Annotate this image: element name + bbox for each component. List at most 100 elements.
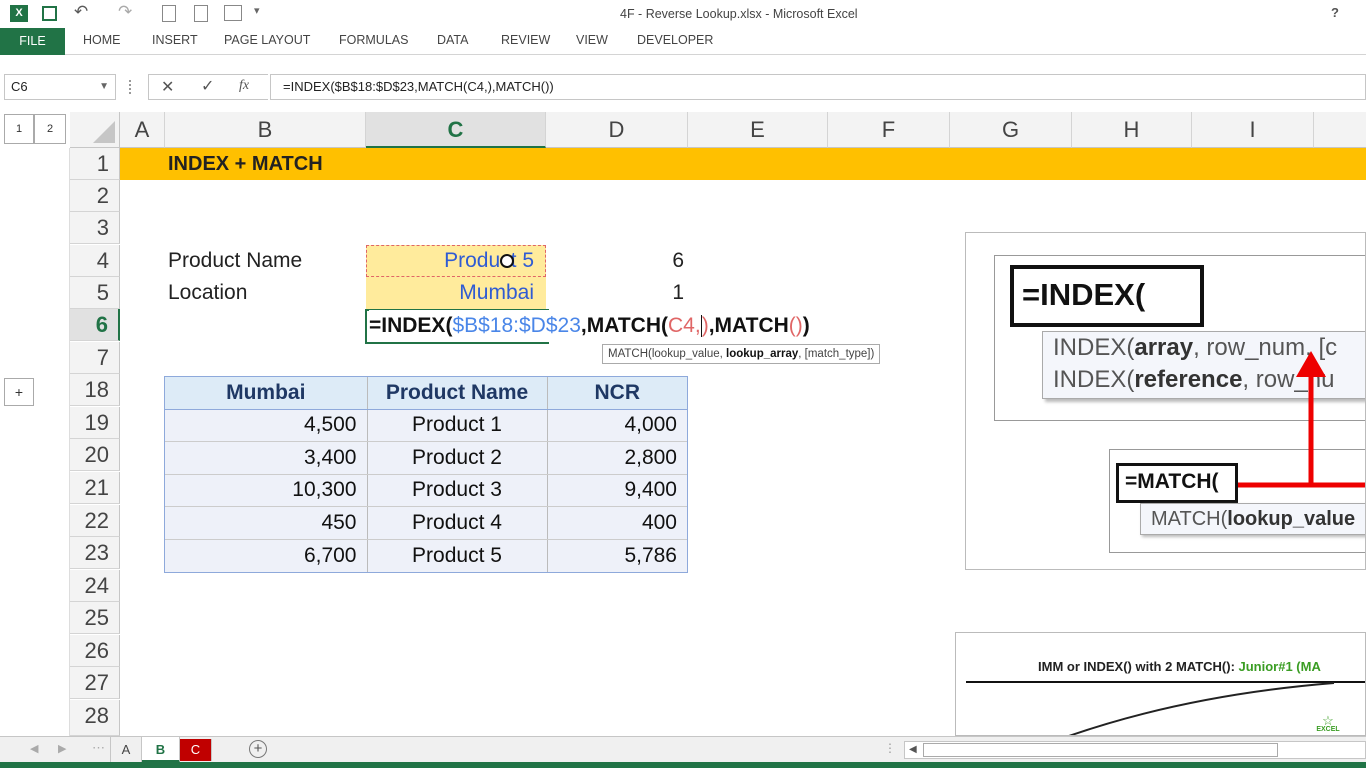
tab-split-handle-icon[interactable]: ⋮ — [884, 741, 896, 755]
row-header[interactable]: 27 — [70, 667, 120, 699]
sheet-tab-b[interactable]: B — [142, 737, 180, 763]
column-header-i[interactable]: I — [1192, 112, 1314, 148]
row-header[interactable]: 25 — [70, 602, 120, 634]
spelling-icon[interactable] — [194, 5, 208, 22]
row-header[interactable]: 18 — [70, 374, 120, 406]
row-header[interactable]: 7 — [70, 342, 120, 374]
tab-formulas[interactable]: FORMULAS — [339, 33, 408, 47]
scroll-left-icon[interactable]: ◀ — [909, 744, 917, 755]
embedded-image-index-match[interactable]: =INDEX( INDEX(array, row_num, [c INDEX(r… — [965, 232, 1366, 570]
table-cell[interactable]: Product 4 — [367, 506, 548, 540]
row-header[interactable]: 2 — [70, 180, 120, 212]
table-row: 10,300 Product 3 9,400 — [165, 474, 687, 507]
tab-developer[interactable]: DEVELOPER — [637, 33, 713, 47]
name-box[interactable]: C6 ▼ — [4, 74, 116, 100]
table-row: 4,500 Product 1 4,000 — [165, 409, 687, 442]
tab-review[interactable]: REVIEW — [501, 33, 550, 47]
chevron-down-icon[interactable]: ▼ — [99, 75, 109, 99]
cell-edit-formula[interactable]: =INDEX($B$18:$D$23,MATCH(C4,),MATCH()) — [369, 310, 813, 342]
column-header-f[interactable]: F — [828, 112, 950, 148]
table-cell[interactable]: Product 1 — [367, 409, 548, 442]
table-cell[interactable]: 2,800 — [547, 441, 687, 475]
d4-value[interactable]: 6 — [546, 245, 684, 277]
formula-input[interactable]: =INDEX($B$18:$D$23,MATCH(C4,),MATCH()) — [270, 74, 1366, 100]
table-cell[interactable]: 4,000 — [547, 409, 687, 442]
table-cell[interactable]: 9,400 — [547, 474, 687, 507]
table-cell[interactable]: 3,400 — [165, 441, 368, 475]
scroll-tabs-left-icon[interactable]: ◀ — [30, 742, 38, 755]
column-header-b[interactable]: B — [165, 112, 366, 148]
column-header-j[interactable] — [1314, 112, 1366, 148]
excel-logo-icon[interactable]: X — [10, 5, 28, 22]
undo-icon[interactable]: ↶ — [74, 2, 88, 22]
table-cell[interactable]: 10,300 — [165, 474, 368, 507]
redo-icon[interactable]: ↷ — [118, 2, 132, 22]
row-header[interactable]: 1 — [70, 148, 120, 180]
column-header-e[interactable]: E — [688, 112, 828, 148]
table-header-mumbai[interactable]: Mumbai — [165, 377, 368, 410]
column-header-d[interactable]: D — [546, 112, 688, 148]
tab-page-layout[interactable]: PAGE LAYOUT — [224, 33, 310, 47]
table-header-ncr[interactable]: NCR — [547, 377, 687, 410]
row-header[interactable]: 24 — [70, 570, 120, 602]
outline-expand-button[interactable]: + — [4, 378, 34, 406]
location-label[interactable]: Location — [168, 277, 247, 309]
horizontal-scrollbar[interactable]: ◀ — [904, 741, 1366, 759]
column-header-a[interactable]: A — [120, 112, 165, 148]
formula-close-paren: ) — [701, 314, 709, 337]
form-icon[interactable] — [224, 5, 242, 21]
row-header[interactable]: 19 — [70, 407, 120, 439]
table-cell[interactable]: 6,700 — [165, 539, 368, 572]
table-cell[interactable]: Product 2 — [367, 441, 548, 475]
table-cell[interactable]: 5,786 — [547, 539, 687, 572]
row-header[interactable]: 4 — [70, 245, 120, 277]
row-header[interactable]: 28 — [70, 700, 120, 736]
sheet-tab-c[interactable]: C — [180, 739, 212, 761]
scrollbar-thumb[interactable] — [923, 743, 1278, 757]
formula-prefix: =INDEX( — [369, 314, 453, 337]
outline-level-1-button[interactable]: 1 — [4, 114, 34, 144]
row-header[interactable]: 23 — [70, 537, 120, 569]
table-cell[interactable]: 450 — [165, 506, 368, 540]
more-tabs-icon[interactable]: ⋯ — [92, 740, 105, 756]
save-icon[interactable] — [42, 6, 57, 21]
print-preview-icon[interactable] — [162, 5, 176, 22]
customize-qat-icon[interactable]: ▾ — [254, 4, 260, 17]
table-cell[interactable]: 4,500 — [165, 409, 368, 442]
row-header[interactable]: 3 — [70, 212, 120, 244]
outline-level-2-button[interactable]: 2 — [34, 114, 66, 144]
column-header-g[interactable]: G — [950, 112, 1072, 148]
sheet-tab-a[interactable]: A — [110, 737, 142, 763]
row-header-active[interactable]: 6 — [70, 309, 120, 341]
insert-function-icon[interactable]: fx — [239, 78, 249, 94]
help-icon[interactable]: ? — [1331, 5, 1339, 20]
tab-insert[interactable]: INSERT — [152, 33, 198, 47]
column-header-c[interactable]: C — [366, 112, 546, 148]
table-header-product-name[interactable]: Product Name — [367, 377, 548, 410]
product-name-label[interactable]: Product Name — [168, 245, 302, 277]
row-header[interactable]: 5 — [70, 277, 120, 309]
data-table[interactable]: Mumbai Product Name NCR 4,500 Product 1 4,… — [164, 376, 688, 573]
table-cell[interactable]: Product 5 — [367, 539, 548, 572]
embedded-image-imm[interactable]: IMM or INDEX() with 2 MATCH(): Junior#1 … — [955, 632, 1366, 736]
table-cell[interactable]: Product 3 — [367, 474, 548, 507]
tab-file[interactable]: FILE — [0, 28, 65, 55]
formula-bar-resize-icon[interactable] — [129, 80, 132, 94]
row-header[interactable]: 21 — [70, 472, 120, 504]
cancel-icon[interactable]: ✕ — [161, 77, 174, 97]
new-sheet-icon[interactable]: + — [249, 740, 267, 758]
tab-view[interactable]: VIEW — [576, 33, 608, 47]
column-header-h[interactable]: H — [1072, 112, 1192, 148]
d5-value[interactable]: 1 — [546, 277, 684, 309]
row-header[interactable]: 26 — [70, 635, 120, 667]
scroll-tabs-right-icon[interactable]: ▶ — [58, 742, 66, 755]
formula-tooltip[interactable]: MATCH(lookup_value, lookup_array, [match… — [602, 344, 881, 364]
row-header[interactable]: 22 — [70, 505, 120, 537]
table-cell[interactable]: 400 — [547, 506, 687, 540]
sheet-title[interactable]: INDEX + MATCH — [168, 148, 323, 180]
enter-icon[interactable]: ✓ — [201, 76, 214, 96]
row-header[interactable]: 20 — [70, 439, 120, 471]
tab-home[interactable]: HOME — [83, 33, 121, 47]
tab-data[interactable]: DATA — [437, 33, 468, 47]
select-all-button[interactable] — [70, 112, 120, 148]
